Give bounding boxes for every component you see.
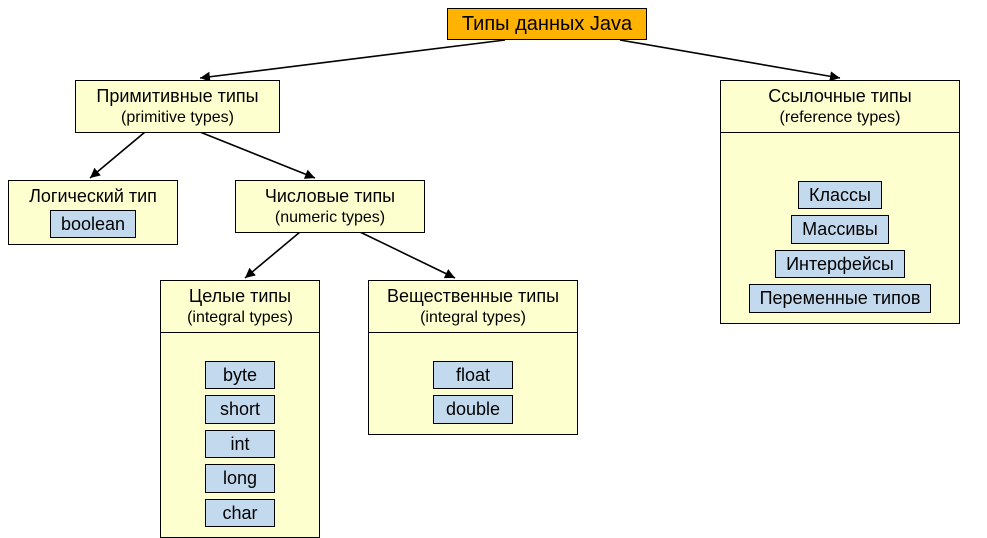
node-reference-header: Ссылочные типы (reference types) <box>721 81 959 132</box>
node-integral-subtitle: (integral types) <box>169 308 311 328</box>
node-logical-title: Логический тип <box>29 186 157 206</box>
leaf-classes: Классы <box>798 181 882 210</box>
node-primitive-title: Примитивные типы <box>96 86 258 106</box>
node-reference-body: Классы Массивы Интерфейсы Переменные тип… <box>721 133 959 323</box>
node-numeric: Числовые типы (numeric types) <box>235 180 425 233</box>
leaf-double: double <box>433 395 513 424</box>
node-primitive-subtitle: (primitive types) <box>84 108 271 128</box>
node-floating-subtitle: (integral types) <box>377 308 569 328</box>
leaf-short: short <box>205 395 275 424</box>
node-numeric-title: Числовые типы <box>265 186 395 206</box>
node-root-title: Типы данных Java <box>462 13 632 36</box>
leaf-long: long <box>205 464 275 493</box>
leaf-float: float <box>433 361 513 390</box>
node-logical-header: Логический тип <box>9 181 177 210</box>
leaf-char: char <box>205 499 275 528</box>
diagram-canvas: Типы данных Java Примитивные типы (primi… <box>0 0 987 528</box>
leaf-int: int <box>205 430 275 459</box>
node-primitive: Примитивные типы (primitive types) <box>75 80 280 133</box>
node-reference: Ссылочные типы (reference types) Классы … <box>720 80 960 324</box>
node-root: Типы данных Java <box>447 8 647 40</box>
node-floating-body: float double <box>369 333 577 434</box>
node-reference-title: Ссылочные типы <box>768 86 912 106</box>
node-numeric-header: Числовые типы (numeric types) <box>236 181 424 232</box>
node-floating-title: Вещественные типы <box>387 286 559 306</box>
node-reference-subtitle: (reference types) <box>729 108 951 128</box>
node-integral-title: Целые типы <box>189 286 291 306</box>
node-logical: Логический тип boolean <box>8 180 178 245</box>
node-integral-body: byte short int long char <box>161 333 319 538</box>
node-integral: Целые типы (integral types) byte short i… <box>160 280 320 538</box>
node-floating-header: Вещественные типы (integral types) <box>369 281 577 332</box>
node-integral-header: Целые типы (integral types) <box>161 281 319 332</box>
leaf-boolean: boolean <box>50 210 136 239</box>
leaf-arrays: Массивы <box>791 215 889 244</box>
leaf-type-variables: Переменные типов <box>749 284 932 313</box>
node-primitive-header: Примитивные типы (primitive types) <box>76 81 279 132</box>
node-floating: Вещественные типы (integral types) float… <box>368 280 578 435</box>
leaf-byte: byte <box>205 361 275 390</box>
leaf-interfaces: Интерфейсы <box>775 250 905 279</box>
node-numeric-subtitle: (numeric types) <box>244 208 416 228</box>
